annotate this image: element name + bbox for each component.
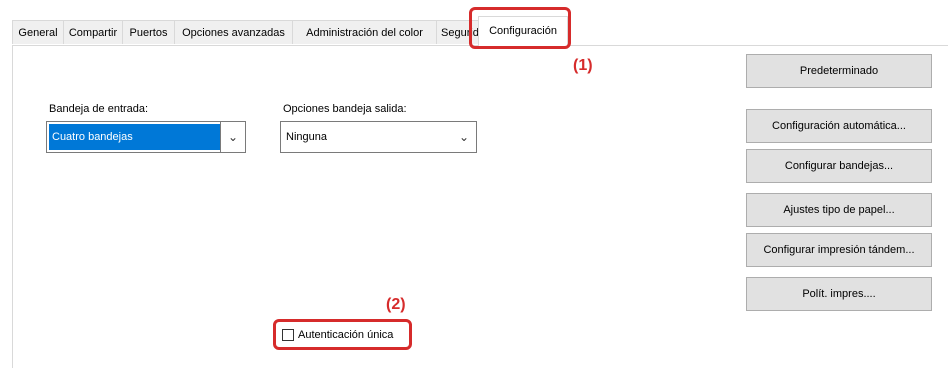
input-tray-label: Bandeja de entrada: (49, 103, 148, 115)
panel-border (12, 45, 13, 368)
input-tray-value: Cuatro bandejas (49, 124, 220, 150)
output-tray-label-text: Opciones bandeja salida: (283, 103, 407, 115)
input-tray-select[interactable]: Cuatro bandejas ⌄ (46, 121, 246, 153)
chevron-down-icon[interactable]: ⌄ (452, 122, 476, 152)
output-tray-label: Opciones bandeja salida: (283, 103, 407, 115)
tab-opciones-avanzadas[interactable]: Opciones avanzadas (174, 20, 293, 44)
tab-general[interactable]: General (12, 20, 64, 44)
default-button[interactable]: Predeterminado (746, 54, 932, 88)
annotation-highlight-2 (273, 319, 412, 350)
annotation-label-2: (2) (386, 296, 406, 313)
output-tray-value: Ninguna (286, 131, 327, 143)
output-tray-select[interactable]: Ninguna ⌄ (280, 121, 477, 153)
policy-button[interactable]: Polít. impres.... (746, 277, 932, 311)
tab-puertos[interactable]: Puertos (122, 20, 175, 44)
tab-administracion-color[interactable]: Administración del color (292, 20, 437, 44)
config-trays-button[interactable]: Configurar bandejas... (746, 149, 932, 183)
auto-config-button[interactable]: Configuración automática... (746, 109, 932, 143)
tandem-button[interactable]: Configurar impresión tándem... (746, 233, 932, 267)
annotation-highlight-1 (469, 7, 571, 49)
tab-compartir[interactable]: Compartir (63, 20, 123, 44)
paper-type-button[interactable]: Ajustes tipo de papel... (746, 193, 932, 227)
input-tray-label-text: Bandeja de entrada: (49, 103, 149, 115)
annotation-label-1: (1) (573, 57, 593, 74)
chevron-down-icon[interactable]: ⌄ (220, 122, 245, 152)
